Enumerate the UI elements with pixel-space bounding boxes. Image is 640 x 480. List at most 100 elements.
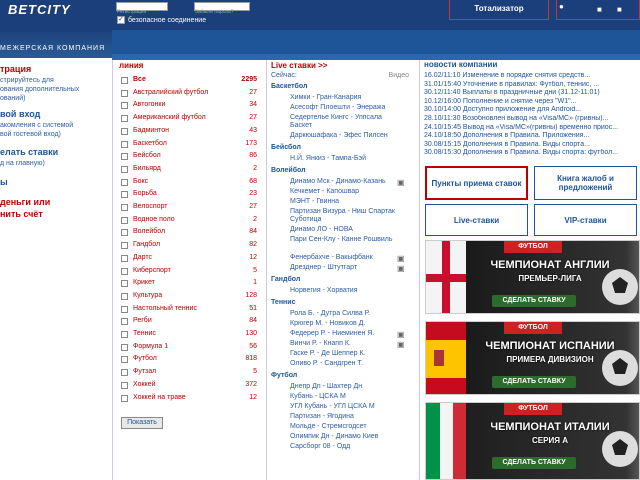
sport-name[interactable]: Автогонки (133, 101, 165, 108)
live-match[interactable]: Н.Й. Янкиз - Тампа-Бэй (290, 155, 400, 163)
news-item[interactable]: 30.08/15:15 Дополнения в Правила. Виды с… (424, 141, 640, 149)
sport-name[interactable]: Киберспорт (133, 267, 171, 274)
live-match[interactable]: Партизан Визура - Ниш Спартак Суботица (290, 208, 400, 224)
sport-name[interactable]: Хоккей на траве (133, 394, 186, 401)
live-match[interactable]: Днепр Дп - Шахтер Дн (290, 383, 400, 391)
sport-name[interactable]: Формула 1 (133, 343, 168, 350)
live-match[interactable]: Гаске Р. - Де Шеппер К. (290, 350, 400, 358)
sport-row[interactable]: Футзал 5 (119, 367, 259, 379)
sport-checkbox[interactable] (121, 369, 128, 377)
sport-row[interactable]: Борьба 23 (119, 189, 259, 201)
news-item[interactable]: 10.12/16:00 Пополнение и снятие через "W… (424, 98, 640, 106)
register-link[interactable]: Регистрация (117, 9, 146, 15)
registration-heading[interactable]: трация (0, 64, 31, 74)
sport-checkbox[interactable] (121, 292, 128, 300)
live-match[interactable]: Пари Сен-Клу - Канне Рошвиль (290, 236, 400, 244)
live-bets-button[interactable]: Live-ставки (425, 204, 528, 236)
live-match[interactable]: Кечкемет - Капошвар (290, 188, 400, 196)
video-icon[interactable]: ▣ (397, 178, 405, 187)
sport-row[interactable]: Баскетбол 173 (119, 139, 259, 151)
rules-heading[interactable]: ы (0, 177, 8, 187)
sport-row[interactable]: Киберспорт 5 (119, 266, 259, 278)
sport-name[interactable]: Водное поло (133, 216, 175, 223)
live-match[interactable]: МЭНТ - Гвинна (290, 198, 400, 206)
sport-checkbox[interactable] (121, 381, 128, 389)
sport-row[interactable]: Хоккей 372 (119, 380, 259, 392)
live-category[interactable]: Теннис (271, 299, 295, 306)
sport-name[interactable]: Австралийский футбол (133, 89, 208, 96)
sport-checkbox[interactable] (121, 178, 128, 186)
live-match[interactable]: Динамо Мск - Динамо-Казань (290, 178, 400, 186)
make-bets-heading[interactable]: елать ставки (0, 147, 58, 157)
sport-name[interactable]: Регби (133, 317, 152, 324)
sport-checkbox[interactable] (121, 191, 128, 199)
live-match[interactable]: Седертелье Кингс - Уппсала Баскет (290, 114, 400, 130)
video-icon[interactable]: ▣ (397, 254, 405, 263)
sport-row[interactable]: Бильярд 2 (119, 164, 259, 176)
banner-italy[interactable]: ФУТБОЛ ЧЕМПИОНАТ ИТАЛИИ СЕРИЯ А СДЕЛАТЬ … (425, 402, 640, 480)
news-item[interactable]: 28.10/11:30 Возобновлен вывод на «Visa/M… (424, 115, 640, 123)
sport-name[interactable]: Волейбол (133, 228, 165, 235)
forgot-password-link[interactable]: Забыли пароль? (195, 9, 234, 15)
sport-name[interactable]: Гандбол (133, 241, 160, 248)
secure-connection[interactable]: ✓ безопасное соединение (117, 16, 206, 24)
banner-england[interactable]: ФУТБОЛ ЧЕМПИОНАТ АНГЛИИ ПРЕМЬЕР-ЛИГА СДЕ… (425, 240, 640, 314)
sport-checkbox[interactable] (121, 343, 128, 351)
live-match[interactable]: Олимпик Дн - Динамо Киев (290, 433, 400, 441)
sport-checkbox[interactable] (121, 89, 128, 97)
live-category[interactable]: Волейбол (271, 167, 306, 174)
news-item[interactable]: 16.02/11:10 Изменение в порядке снятия с… (424, 72, 640, 80)
sport-row[interactable]: Бейсбол 86 (119, 151, 259, 163)
settings-icon[interactable]: ■ (617, 5, 622, 14)
sport-checkbox[interactable] (121, 356, 128, 364)
live-match[interactable]: Норвегия - Хорватия (290, 287, 400, 295)
sport-name[interactable]: Культура (133, 292, 162, 299)
sport-checkbox[interactable] (121, 305, 128, 313)
make-bet-button[interactable]: СДЕЛАТЬ СТАВКУ (492, 376, 576, 388)
sport-row[interactable]: Велоспорт 27 (119, 202, 259, 214)
sport-checkbox[interactable] (121, 102, 128, 110)
sport-row[interactable]: Дартс 12 (119, 253, 259, 265)
make-bet-button[interactable]: СДЕЛАТЬ СТАВКУ (492, 457, 576, 469)
sport-name[interactable]: Борьба (133, 190, 157, 197)
totalizator-button[interactable]: Тотализатор (449, 0, 549, 20)
logo[interactable]: BETCITY (8, 2, 71, 17)
sport-row[interactable]: Волейбол 84 (119, 227, 259, 239)
sport-checkbox[interactable] (121, 77, 128, 84)
sport-name[interactable]: Бокс (133, 178, 148, 185)
complaints-book-button[interactable]: Книга жалоб и предложений (534, 166, 637, 200)
live-match[interactable]: Асесофт Плоешти - Энеража (290, 104, 400, 112)
live-match[interactable]: Динамо ЛО - НОВА (290, 226, 400, 234)
sport-checkbox[interactable] (121, 394, 128, 402)
sport-name[interactable]: Футзал (133, 368, 156, 375)
video-icon[interactable]: ▣ (397, 264, 405, 273)
live-match[interactable]: Партизан - Ягодина (290, 413, 400, 421)
make-bet-button[interactable]: СДЕЛАТЬ СТАВКУ (492, 295, 576, 307)
news-heading[interactable]: новости компании (424, 60, 497, 69)
live-match[interactable]: Сарсборг 08 - Одд (290, 443, 400, 451)
sport-row[interactable]: Австралийский футбол 27 (119, 88, 259, 100)
sport-checkbox[interactable] (121, 280, 128, 288)
sport-row[interactable]: Формула 1 56 (119, 342, 259, 354)
live-category[interactable]: Бейсбол (271, 144, 301, 151)
home-icon[interactable]: ■ (597, 5, 602, 14)
sport-row[interactable]: Настольный теннис 51 (119, 304, 259, 316)
live-bets-heading[interactable]: Live ставки >> (271, 61, 327, 70)
news-item[interactable]: 30.10/14:00 Доступно приложение для Andr… (424, 106, 640, 114)
user-icon[interactable]: ● (559, 2, 564, 11)
line-heading[interactable]: линия (119, 61, 143, 70)
video-icon[interactable]: ▣ (397, 330, 405, 339)
sport-checkbox[interactable] (121, 127, 128, 135)
sport-checkbox[interactable] (121, 165, 128, 173)
vip-bets-button[interactable]: VIP-ставки (534, 204, 637, 236)
live-match[interactable]: Кубань - ЦСКА М (290, 393, 400, 401)
sport-name[interactable]: Бадминтон (133, 127, 169, 134)
news-item[interactable]: 31.01/15:40 Уточнение в правилах: Футбол… (424, 81, 640, 89)
live-match[interactable]: Оливо Р. - Сандгрен Т. (290, 360, 400, 368)
live-match[interactable]: Даркюшафака - Эфес Пилсен (290, 132, 400, 140)
sport-checkbox[interactable] (121, 204, 128, 211)
live-match[interactable]: УГЛ Кубань - УГЛ ЦСКА М (290, 403, 400, 411)
sport-row[interactable]: Бадминтон 43 (119, 126, 259, 138)
sport-name[interactable]: Теннис (133, 330, 156, 337)
sport-row[interactable]: Хоккей на траве 12 (119, 393, 259, 405)
